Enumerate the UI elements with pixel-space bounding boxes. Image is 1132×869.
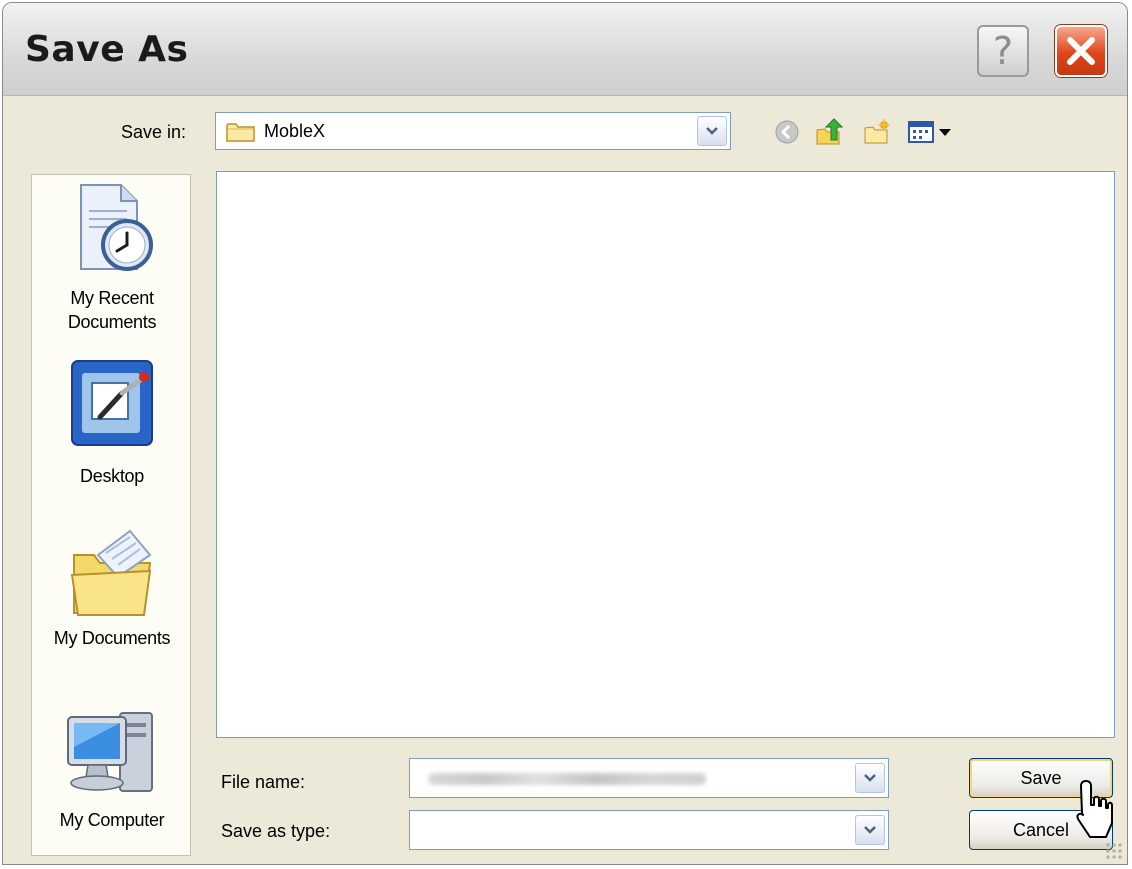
place-label: My Documents (53, 628, 171, 648)
back-icon[interactable] (773, 118, 801, 146)
save-as-type-dropdown[interactable] (409, 810, 889, 850)
close-icon (1067, 37, 1095, 65)
file-name-label: File name: (221, 772, 306, 792)
close-button[interactable] (1055, 25, 1107, 77)
title-bar[interactable]: Save As ? (3, 3, 1127, 96)
up-one-level-icon[interactable] (815, 118, 843, 146)
save-as-type-dropdown-button[interactable] (855, 815, 885, 845)
folder-icon (226, 123, 255, 142)
place-label: Documents (67, 312, 157, 332)
file-name-value-redacted (428, 773, 706, 785)
place-my-documents[interactable]: My Documents (32, 525, 192, 650)
dialog-body: Save in: MobleX My Recent Documents Desk… (3, 96, 1127, 864)
resize-grip[interactable] (1105, 842, 1123, 860)
desktop-icon (71, 360, 153, 446)
dialog-title: Save As (25, 29, 189, 70)
save-in-label: Save in: (121, 122, 187, 142)
file-name-dropdown-button[interactable] (855, 763, 885, 793)
save-in-dropdown[interactable]: MobleX (215, 112, 731, 150)
my-documents-icon (70, 529, 152, 616)
help-icon: ? (992, 29, 1014, 73)
place-desktop[interactable]: Desktop (32, 357, 192, 488)
views-menu-icon[interactable] (907, 118, 957, 146)
place-label: My Recent (70, 288, 154, 308)
recent-documents-icon (80, 184, 153, 271)
new-folder-icon[interactable] (863, 118, 891, 146)
save-as-dialog: Save As ? Save in: MobleX My Recent Docu… (2, 2, 1128, 865)
save-as-type-label: Save as type: (221, 821, 331, 841)
place-label: My Computer (59, 810, 165, 830)
place-my-recent-documents[interactable]: My Recent Documents (32, 181, 192, 334)
places-bar: My Recent Documents Desktop My Documents… (31, 174, 191, 856)
my-computer-icon (67, 712, 153, 792)
help-button[interactable]: ? (977, 25, 1029, 77)
save-in-dropdown-button[interactable] (697, 116, 727, 146)
place-label: Desktop (80, 466, 144, 486)
chevron-down-icon (706, 127, 718, 135)
place-my-computer[interactable]: My Computer (32, 707, 192, 832)
save-in-value: MobleX (264, 121, 326, 141)
chevron-down-icon (864, 774, 876, 782)
chevron-down-icon (864, 826, 876, 834)
file-name-input[interactable] (409, 758, 889, 798)
file-list-view[interactable] (216, 171, 1115, 738)
mouse-pointer-icon (1076, 780, 1113, 838)
